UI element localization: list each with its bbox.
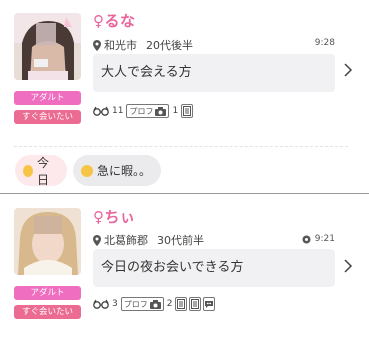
camera-icon	[149, 299, 161, 309]
chevron-right-icon[interactable]	[344, 63, 353, 77]
age-text: 30代前半	[157, 234, 204, 247]
online-status-icon	[302, 235, 311, 243]
view-count: 11	[112, 106, 124, 116]
location-age: 北葛飾郡 30代前半	[93, 232, 204, 248]
profile-card[interactable]: アダルト すぐ会いたい ♀るな 和光市 20代後半 9:28 大人で会える方 1…	[0, 0, 369, 150]
view-count: 3	[112, 299, 118, 309]
profile-card[interactable]: アダルト すぐ会いたい ♀ちぃ 北葛飾郡 30代前半 9:21 今日の夜お会いで…	[0, 196, 369, 340]
post-time: 9:21	[302, 234, 335, 244]
section-divider	[0, 193, 369, 194]
smile-emoji-icon	[23, 164, 33, 177]
status-pill-today[interactable]: 今日	[15, 155, 67, 187]
chevron-right-icon[interactable]	[344, 259, 353, 273]
status-pill-free[interactable]: 急に暇。。	[73, 155, 161, 186]
glasses-icon	[93, 299, 109, 309]
user-name: ♀るな	[93, 12, 136, 30]
photo-count: 2	[166, 299, 173, 309]
profile-photo-badge: プロフ	[120, 297, 164, 311]
user-name: ♀ちぃ	[93, 208, 136, 226]
message-preview[interactable]: 大人で会える方	[93, 54, 335, 92]
female-icon: ♀	[93, 12, 105, 30]
tag-adult: アダルト	[14, 286, 81, 300]
chat-icon	[203, 297, 216, 311]
location-pin-icon	[93, 234, 101, 246]
post-time: 9:28	[314, 38, 335, 48]
tired-emoji-icon	[81, 164, 93, 177]
stats-row: 3 プロフ 2	[93, 297, 216, 311]
divider-dashed	[14, 146, 348, 147]
avatar[interactable]	[14, 13, 81, 80]
document-icon	[175, 297, 188, 311]
female-icon: ♀	[93, 208, 105, 226]
location-text: 和光市	[104, 39, 137, 52]
document-icon	[181, 104, 194, 118]
avatar[interactable]	[14, 208, 81, 275]
profile-photo-badge: プロフ	[126, 104, 170, 118]
location-pin-icon	[93, 39, 101, 51]
location-age: 和光市 20代後半	[93, 37, 193, 53]
stats-row: 11 プロフ 1	[93, 104, 194, 118]
camera-icon	[155, 106, 167, 116]
document-icon	[189, 297, 202, 311]
photo-count: 1	[172, 106, 179, 116]
age-text: 20代後半	[146, 39, 193, 52]
tag-want-to-meet-soon: すぐ会いたい	[14, 110, 81, 124]
message-preview[interactable]: 今日の夜お会いできる方	[93, 249, 335, 287]
tag-want-to-meet-soon: すぐ会いたい	[14, 305, 81, 319]
tag-adult: アダルト	[14, 91, 81, 105]
location-text: 北葛飾郡	[104, 234, 148, 247]
glasses-icon	[93, 106, 109, 116]
